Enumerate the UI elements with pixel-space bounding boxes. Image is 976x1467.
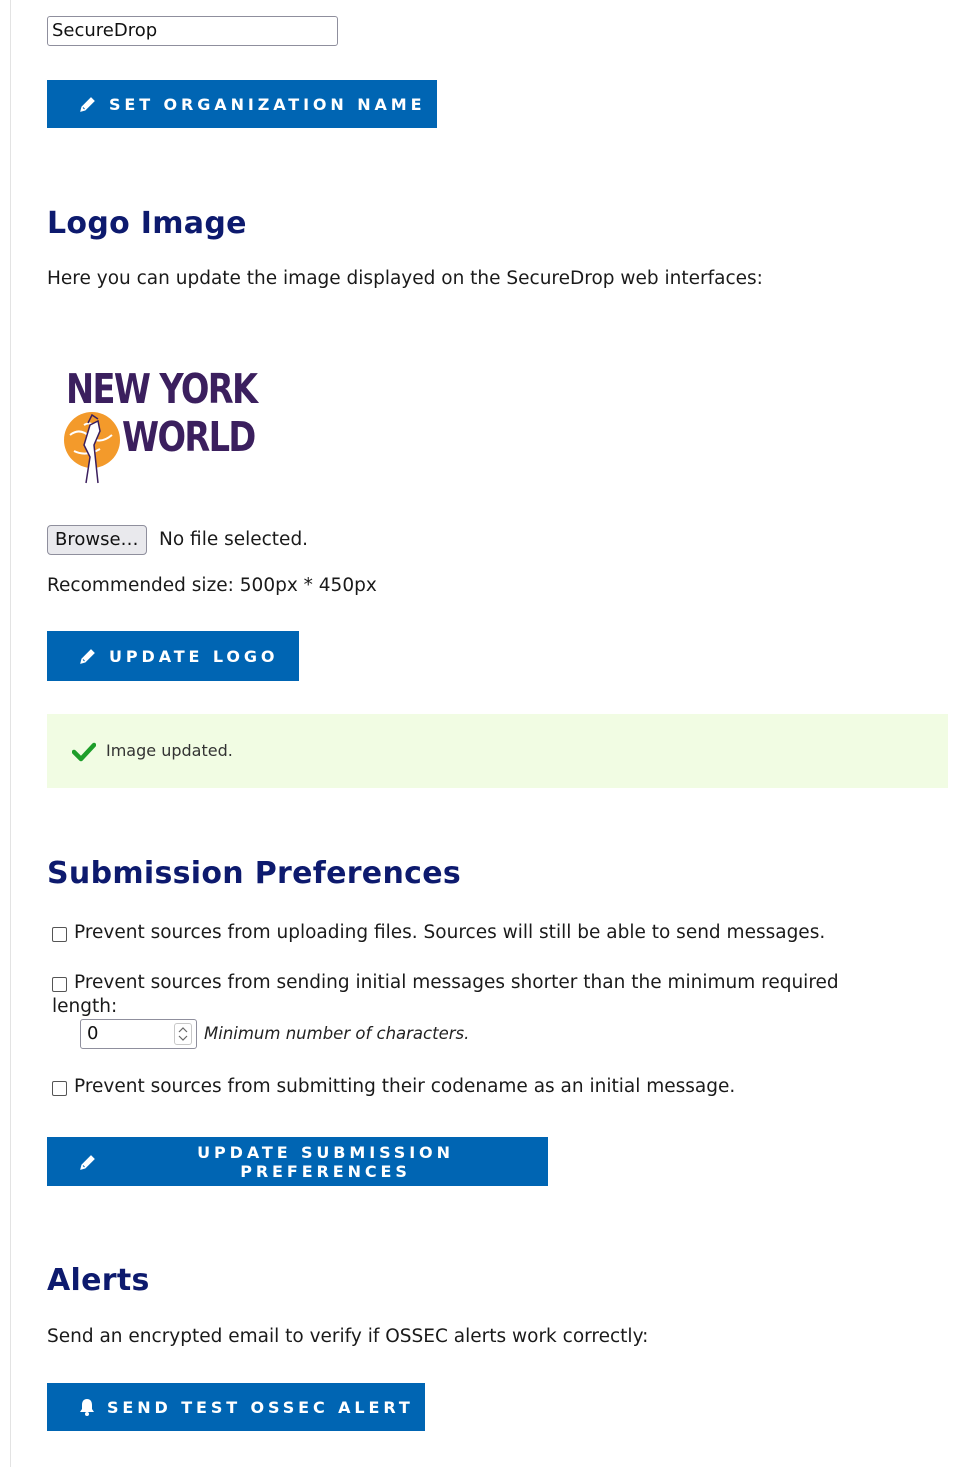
min-length-number-input[interactable]: 0 xyxy=(80,1019,197,1049)
alerts-heading: Alerts xyxy=(47,1263,150,1298)
flash-message-text: Image updated. xyxy=(106,741,233,760)
pencil-icon xyxy=(79,95,97,113)
left-border-line xyxy=(10,0,11,1467)
bell-icon xyxy=(79,1398,95,1416)
alerts-description: Send an encrypted email to verify if OSS… xyxy=(47,1326,649,1347)
prevent-codename-checkbox[interactable] xyxy=(52,1081,67,1096)
update-submission-preferences-label: UPDATE SUBMISSION PREFERENCES xyxy=(197,1142,454,1181)
prevent-codename-label: Prevent sources from submitting their co… xyxy=(74,1076,736,1097)
pencil-icon xyxy=(79,647,97,665)
recommended-size-text: Recommended size: 500px * 450px xyxy=(47,575,377,596)
set-organization-name-label: SET ORGANIZATION NAME xyxy=(109,94,426,114)
prevent-uploads-checkbox[interactable] xyxy=(52,927,67,942)
prevent-uploads-label: Prevent sources from uploading files. So… xyxy=(74,922,826,943)
update-logo-button[interactable]: UPDATE LOGO xyxy=(47,631,299,681)
organization-name-input[interactable]: SecureDrop xyxy=(47,16,338,46)
flash-success-message: Image updated. xyxy=(47,714,948,788)
number-spinner-icon[interactable] xyxy=(174,1023,192,1045)
min-length-checkbox[interactable] xyxy=(52,977,67,992)
min-length-label: Prevent sources from sending initial mes… xyxy=(74,972,839,993)
update-submission-preferences-button[interactable]: UPDATE SUBMISSION PREFERENCES xyxy=(47,1137,548,1186)
logo-description: Here you can update the image displayed … xyxy=(47,268,763,289)
send-test-ossec-alert-button[interactable]: SEND TEST OSSEC ALERT xyxy=(47,1383,425,1431)
browse-file-button[interactable]: Browse… xyxy=(47,525,147,555)
send-test-ossec-alert-label: SEND TEST OSSEC ALERT xyxy=(107,1397,414,1417)
logo-image-heading: Logo Image xyxy=(47,206,247,241)
logo-text-line2: WORLD xyxy=(122,413,256,461)
update-logo-label: UPDATE LOGO xyxy=(109,646,279,666)
min-length-hint: Minimum number of characters. xyxy=(204,1024,470,1043)
min-length-value: 0 xyxy=(87,1023,99,1044)
min-length-label-continuation: length: xyxy=(52,996,118,1017)
submission-preferences-heading: Submission Preferences xyxy=(47,856,462,891)
logo-text-line1: NEW YORK xyxy=(66,365,258,413)
set-organization-name-button[interactable]: SET ORGANIZATION NAME xyxy=(47,80,437,128)
pencil-icon xyxy=(79,1153,97,1171)
no-file-selected-label: No file selected. xyxy=(159,529,309,550)
check-icon xyxy=(71,742,97,766)
organization-logo-image: NEW YORK WORLD xyxy=(60,365,258,490)
